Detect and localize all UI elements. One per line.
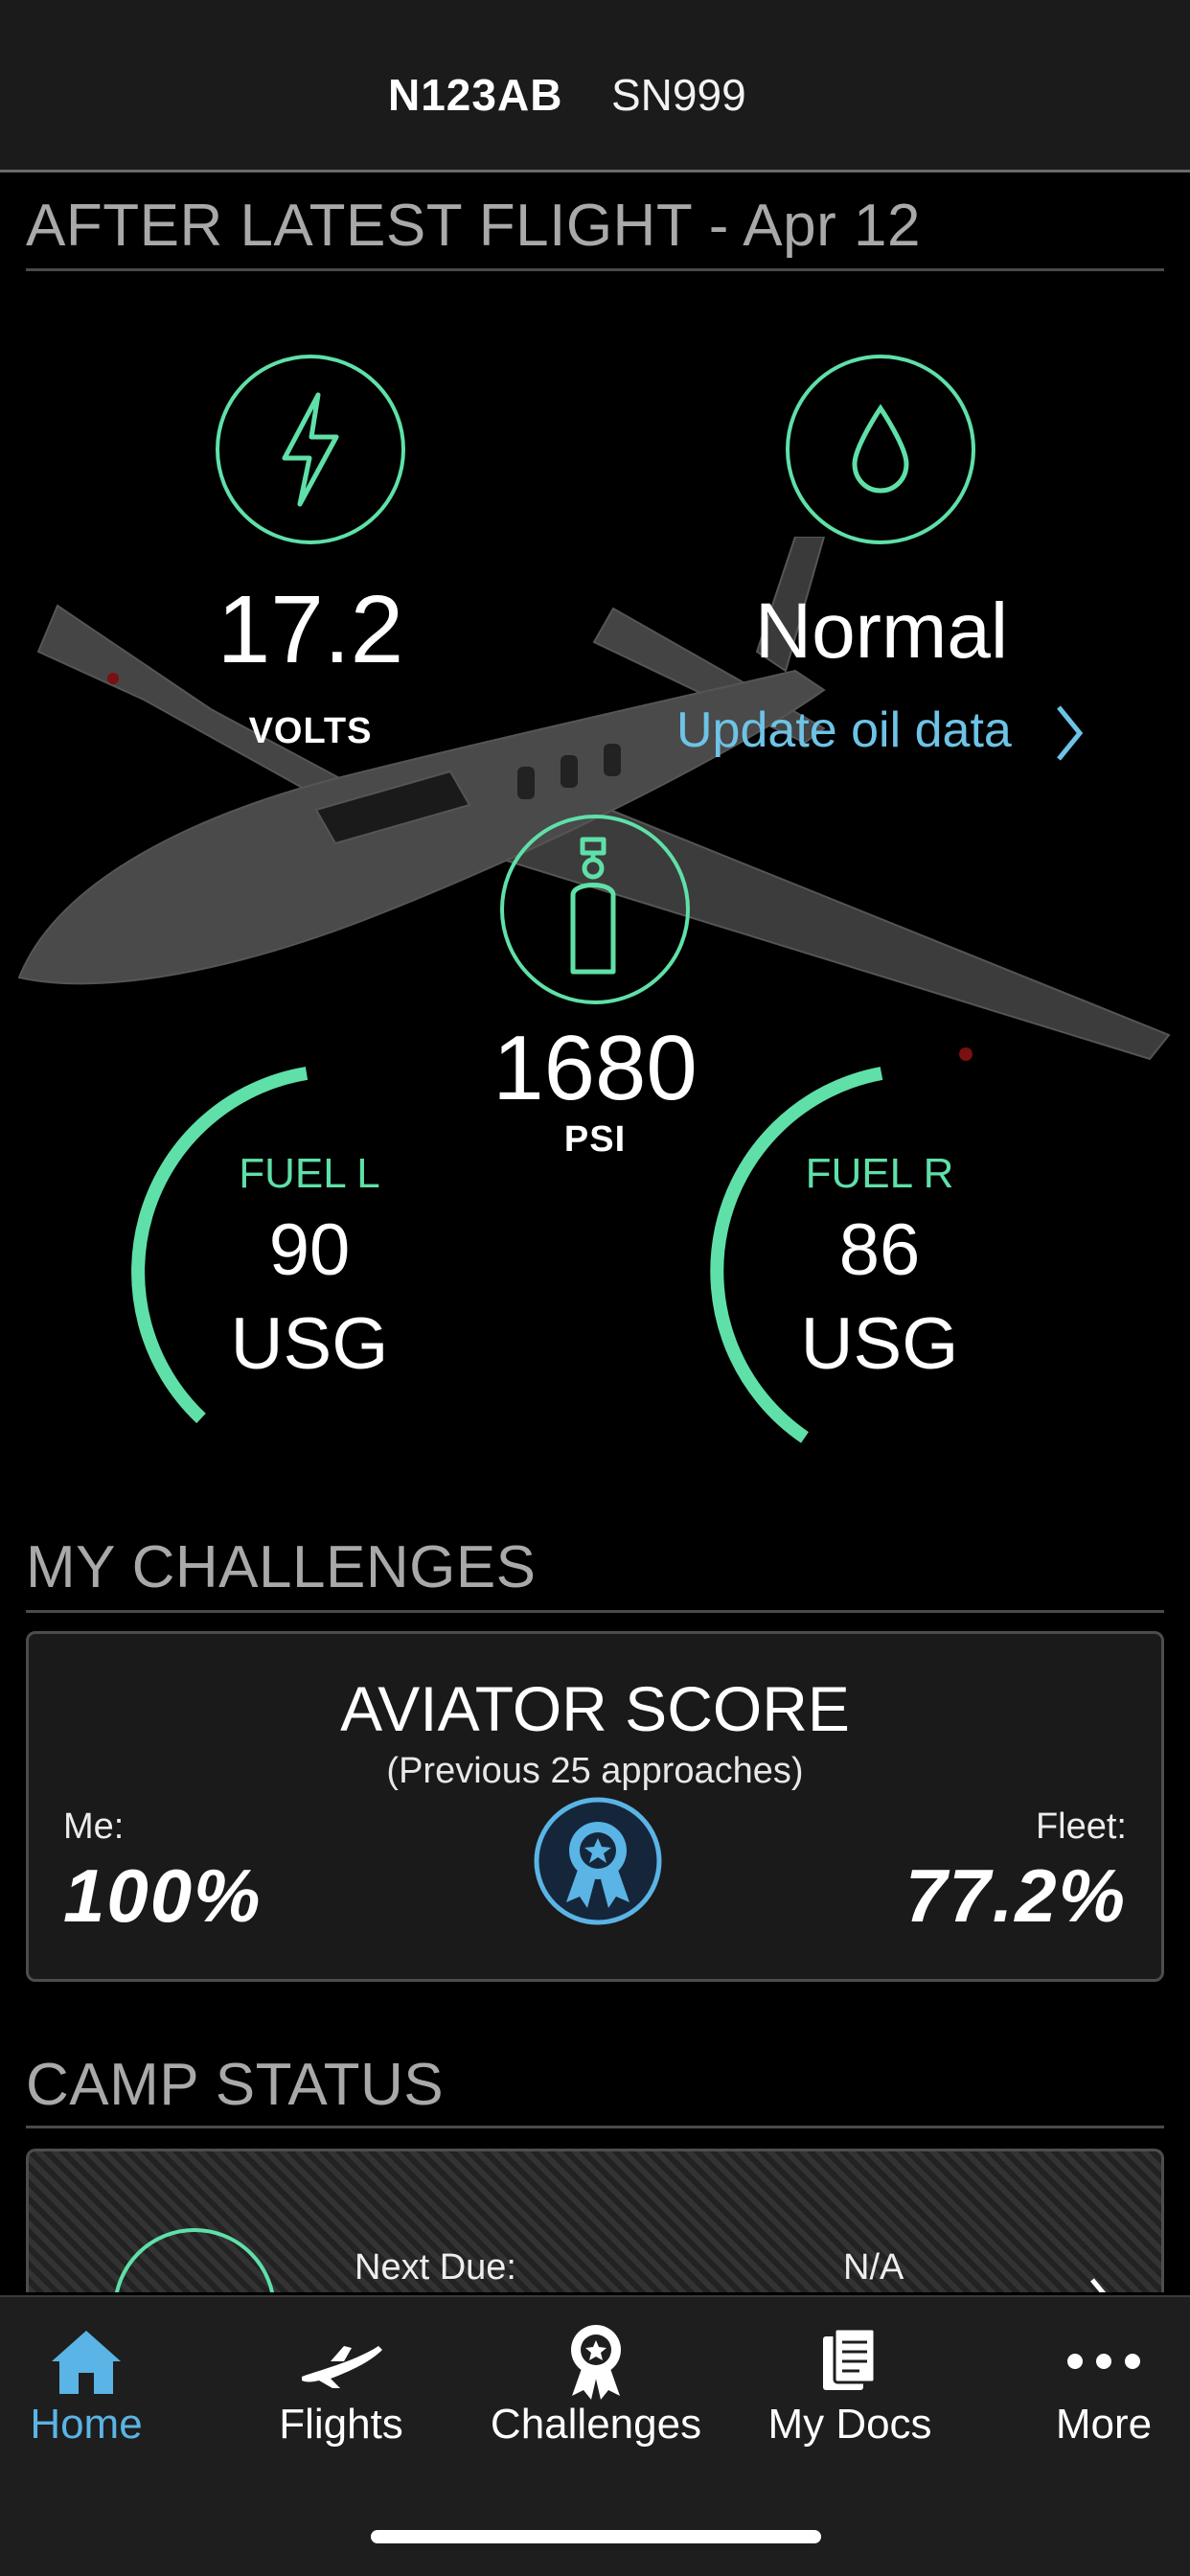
volts-value: 17.2 bbox=[217, 576, 404, 683]
tail-number: N123AB bbox=[388, 70, 563, 120]
update-oil-data-link[interactable]: Update oil data bbox=[676, 702, 1012, 759]
chevron-right-icon[interactable] bbox=[1049, 700, 1087, 767]
tab-my-docs[interactable]: My Docs bbox=[731, 2297, 969, 2489]
section-divider bbox=[26, 2126, 1164, 2128]
home-indicator[interactable] bbox=[371, 2530, 821, 2543]
fuel-left-label: FUEL L bbox=[239, 1150, 380, 1197]
tab-more[interactable]: More bbox=[985, 2297, 1190, 2489]
award-ribbon-icon bbox=[534, 1797, 662, 1925]
tab-challenges[interactable]: Challenges bbox=[477, 2297, 715, 2489]
more-dots-icon bbox=[1067, 2354, 1140, 2369]
wrench-icon bbox=[113, 2228, 276, 2292]
fuel-right-label: FUEL R bbox=[805, 1150, 954, 1197]
fuel-left-value: 90 bbox=[268, 1209, 351, 1291]
section-divider bbox=[26, 268, 1164, 271]
volts-icon-ring bbox=[216, 355, 405, 544]
section-divider bbox=[26, 1610, 1164, 1613]
fuel-right-unit: USG bbox=[800, 1303, 959, 1385]
tab-my-docs-label: My Docs bbox=[767, 2401, 932, 2448]
me-score: 100% bbox=[63, 1853, 263, 1938]
lightning-bolt-icon bbox=[282, 392, 339, 507]
section-title-camp: CAMP STATUS bbox=[26, 2052, 445, 2118]
airplane-icon bbox=[302, 2346, 382, 2388]
fuel-left-unit: USG bbox=[230, 1303, 389, 1385]
tab-flights-label: Flights bbox=[279, 2401, 403, 2448]
header-bar: N123AB SN999 bbox=[0, 0, 1190, 172]
fuel-right-value: 86 bbox=[838, 1209, 921, 1291]
next-due-label: Next Due: bbox=[355, 2247, 516, 2288]
award-icon bbox=[571, 2325, 621, 2400]
tab-more-label: More bbox=[1055, 2401, 1153, 2448]
home-icon bbox=[52, 2331, 121, 2394]
chevron-right-icon[interactable] bbox=[1083, 2276, 1121, 2292]
fleet-score: 77.2% bbox=[904, 1853, 1127, 1938]
oil-drop-icon bbox=[852, 403, 909, 494]
me-label: Me: bbox=[63, 1806, 125, 1847]
documents-icon bbox=[823, 2327, 877, 2390]
tab-home-label: Home bbox=[30, 2401, 143, 2448]
tab-home[interactable]: Home bbox=[0, 2297, 205, 2489]
oil-status-value: Normal bbox=[754, 587, 1009, 675]
section-title-after-flight: AFTER LATEST FLIGHT - Apr 12 bbox=[26, 193, 921, 259]
camp-status-card[interactable]: Next Due: N/A bbox=[26, 2149, 1164, 2292]
aviator-score-title: AVIATOR SCORE bbox=[340, 1673, 850, 1744]
oxygen-bottle-icon bbox=[570, 837, 616, 975]
aviator-score-card[interactable]: AVIATOR SCORE (Previous 25 approaches) M… bbox=[26, 1631, 1164, 1982]
fleet-label: Fleet: bbox=[1035, 1806, 1127, 1847]
oxygen-icon-ring bbox=[500, 815, 690, 1004]
aviator-score-subtitle: (Previous 25 approaches) bbox=[386, 1751, 804, 1791]
next-due-value: N/A bbox=[843, 2247, 904, 2288]
serial-number: SN999 bbox=[611, 70, 746, 120]
section-title-challenges: MY CHALLENGES bbox=[26, 1534, 537, 1600]
tab-challenges-label: Challenges bbox=[490, 2401, 702, 2448]
oil-icon-ring bbox=[786, 355, 975, 544]
volts-unit: VOLTS bbox=[248, 711, 373, 751]
tab-flights[interactable]: Flights bbox=[222, 2297, 460, 2489]
